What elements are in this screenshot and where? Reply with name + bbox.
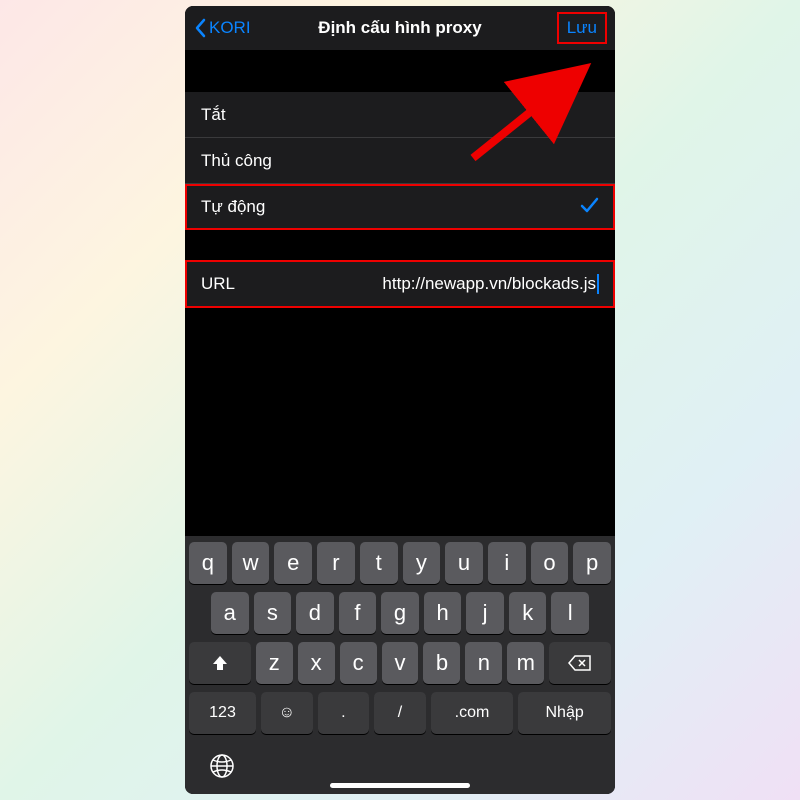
- check-icon: [579, 195, 599, 220]
- emoji-key[interactable]: ☺: [261, 692, 313, 734]
- key-v[interactable]: v: [382, 642, 419, 684]
- navbar: KORI Định cấu hình proxy Lưu: [185, 6, 615, 50]
- key-l[interactable]: l: [551, 592, 589, 634]
- key-e[interactable]: e: [274, 542, 312, 584]
- option-manual[interactable]: Thủ công: [185, 138, 615, 184]
- option-off[interactable]: Tắt: [185, 92, 615, 138]
- key-d[interactable]: d: [296, 592, 334, 634]
- url-input[interactable]: http://newapp.vn/blockads.js: [235, 274, 596, 294]
- key-z[interactable]: z: [256, 642, 293, 684]
- key-h[interactable]: h: [424, 592, 462, 634]
- key-j[interactable]: j: [466, 592, 504, 634]
- chevron-left-icon: [193, 18, 207, 38]
- shift-key[interactable]: [189, 642, 251, 684]
- key-a[interactable]: a: [211, 592, 249, 634]
- slash-key[interactable]: /: [374, 692, 426, 734]
- option-auto[interactable]: Tự động: [185, 184, 615, 230]
- key-w[interactable]: w: [232, 542, 270, 584]
- enter-key[interactable]: Nhập: [518, 692, 611, 734]
- keyboard: qwertyuiop asdfghjkl zxcvbnm 123 ☺ . / .…: [185, 536, 615, 794]
- key-m[interactable]: m: [507, 642, 544, 684]
- key-q[interactable]: q: [189, 542, 227, 584]
- key-x[interactable]: x: [298, 642, 335, 684]
- key-c[interactable]: c: [340, 642, 377, 684]
- url-row[interactable]: URL http://newapp.vn/blockads.js: [185, 260, 615, 308]
- home-indicator: [330, 783, 470, 788]
- key-t[interactable]: t: [360, 542, 398, 584]
- save-button[interactable]: Lưu: [557, 12, 607, 44]
- phone-screen: KORI Định cấu hình proxy Lưu Tắt Thủ côn…: [185, 6, 615, 794]
- key-n[interactable]: n: [465, 642, 502, 684]
- back-button[interactable]: KORI: [193, 18, 251, 38]
- key-y[interactable]: y: [403, 542, 441, 584]
- key-f[interactable]: f: [339, 592, 377, 634]
- option-manual-label: Thủ công: [201, 151, 272, 171]
- key-i[interactable]: i: [488, 542, 526, 584]
- key-p[interactable]: p: [573, 542, 611, 584]
- dotcom-key[interactable]: .com: [431, 692, 514, 734]
- backspace-key[interactable]: [549, 642, 611, 684]
- key-g[interactable]: g: [381, 592, 419, 634]
- globe-icon[interactable]: [209, 753, 235, 779]
- url-label: URL: [201, 274, 235, 294]
- back-label: KORI: [209, 18, 251, 38]
- text-cursor: [597, 274, 599, 294]
- url-group: URL http://newapp.vn/blockads.js: [185, 260, 615, 308]
- key-u[interactable]: u: [445, 542, 483, 584]
- key-o[interactable]: o: [531, 542, 569, 584]
- content: Tắt Thủ công Tự động URL http://newapp.v…: [185, 50, 615, 308]
- key-b[interactable]: b: [423, 642, 460, 684]
- dot-key[interactable]: .: [318, 692, 370, 734]
- option-off-label: Tắt: [201, 105, 226, 125]
- key-k[interactable]: k: [509, 592, 547, 634]
- proxy-mode-group: Tắt Thủ công Tự động: [185, 92, 615, 230]
- shift-icon: [210, 653, 230, 673]
- numbers-key[interactable]: 123: [189, 692, 256, 734]
- key-s[interactable]: s: [254, 592, 292, 634]
- backspace-icon: [568, 654, 592, 672]
- option-auto-label: Tự động: [201, 197, 265, 217]
- key-r[interactable]: r: [317, 542, 355, 584]
